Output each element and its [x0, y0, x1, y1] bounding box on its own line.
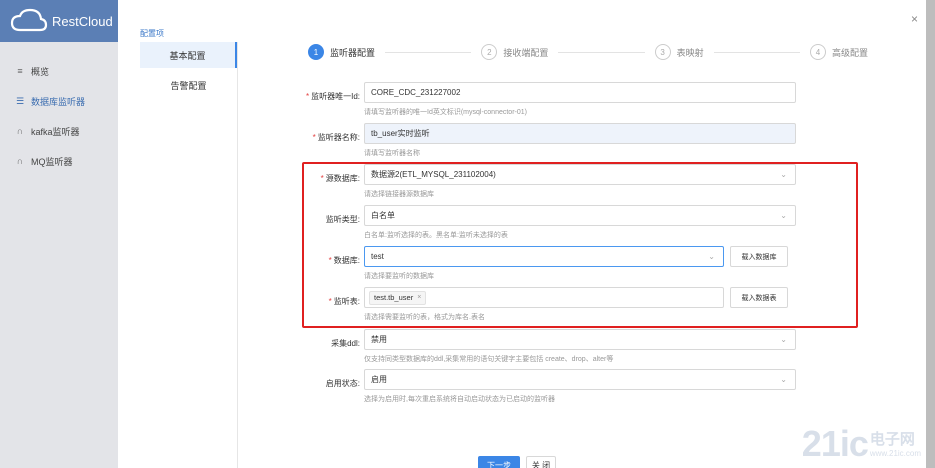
collect-ddl-select[interactable]: 禁用 ⌄ — [364, 329, 796, 350]
nav-item-label: 数据库监听器 — [31, 96, 86, 107]
step-receiver-config[interactable]: 2 接收端配置 — [481, 44, 548, 60]
required-mark: * — [312, 133, 316, 142]
chevron-down-icon: ⌄ — [780, 335, 787, 344]
step-label: 高级配置 — [831, 47, 868, 58]
field-label: 启用状态: — [325, 379, 360, 388]
nav-item-kafka-listener[interactable]: ∩ kafka监听器 — [0, 116, 118, 146]
listener-name-input[interactable]: tb_user实时监听 — [364, 123, 796, 144]
nav-item-label: kafka监听器 — [31, 126, 80, 137]
chevron-down-icon: ⌄ — [780, 375, 787, 384]
config-menu: 基本配置 告警配置 — [140, 42, 238, 468]
required-mark: * — [305, 92, 310, 101]
step-connector — [385, 51, 472, 53]
brand-name: RestCloud — [52, 13, 113, 29]
nav-item-label: 概览 — [31, 66, 50, 77]
step-table-mapping[interactable]: 3 表映射 — [654, 44, 704, 60]
collect-ddl-value: 禁用 — [371, 335, 387, 344]
step-label: 接收端配置 — [503, 47, 549, 58]
next-step-button[interactable]: 下一步 — [478, 456, 520, 468]
enable-status-select[interactable]: 启用 ⌄ — [364, 369, 796, 390]
step-connector — [713, 51, 800, 53]
nav-item-overview[interactable]: ≡ 概览 — [0, 56, 118, 86]
step-listener-config[interactable]: 1 监听器配置 — [308, 44, 375, 60]
watermark-text: 电子网 www.21ic.com — [870, 428, 921, 458]
step-number: 2 — [481, 44, 498, 60]
watermark-cn: 电子网 — [869, 431, 915, 448]
close-icon[interactable]: × — [911, 12, 918, 26]
nav-item-database-listener[interactable]: ☰ 数据库监听器 — [0, 86, 118, 116]
menu-item-alert-config[interactable]: 告警配置 — [140, 72, 237, 98]
step-connector — [558, 51, 645, 53]
listener-id-input[interactable]: CORE_CDC_231227002 — [364, 82, 796, 103]
headset-icon: ∩ — [16, 126, 24, 136]
highlight-annotation-box — [302, 162, 858, 328]
step-number: 4 — [809, 44, 826, 60]
close-button[interactable]: 关 闭 — [526, 456, 556, 468]
menu-item-basic-config[interactable]: 基本配置 — [140, 42, 237, 68]
app-logo[interactable]: RestCloud — [0, 0, 118, 42]
field-label: * 监听器名称: — [312, 133, 360, 142]
modal-footer: 下一步 关 闭 — [478, 456, 556, 468]
field-hint: 选择为启用时,每次重启系统将自动启动状态为已启动的监听器 — [364, 396, 555, 403]
enable-status-value: 启用 — [371, 375, 387, 384]
step-advanced-config[interactable]: 4 高级配置 — [809, 44, 868, 60]
step-number: 1 — [308, 44, 324, 60]
watermark-logo: 21ic — [801, 423, 869, 464]
field-label: 采集ddl: — [331, 339, 360, 348]
wizard-steps: 1 监听器配置 2 接收端配置 3 表映射 4 高级配置 — [308, 42, 868, 62]
field-hint: 仅支持同类型数据库的ddl,采集常用的语句关键字主要包括 create、drop… — [364, 356, 614, 363]
chart-icon: ≡ — [17, 66, 23, 76]
database-icon: ☰ — [15, 95, 25, 106]
app-sidebar: RestCloud ≡ 概览 ☰ 数据库监听器 ∩ kafka监听器 ∩ MQ监… — [0, 0, 118, 468]
watermark-url: www.21ic.com — [869, 449, 921, 458]
step-number: 3 — [654, 44, 671, 60]
step-label: 监听器配置 — [330, 47, 376, 58]
field-hint: 请填写监听器的唯一Id英文标识(mysql-connector-01) — [364, 109, 527, 116]
watermark: 21ic 电子网 www.21ic.com — [802, 426, 921, 462]
field-hint: 请填写监听器名称 — [364, 150, 420, 157]
field-label: * 监听器唯一Id: — [305, 92, 360, 101]
step-label: 表映射 — [676, 47, 704, 58]
cloud-logo-icon — [10, 8, 48, 32]
modal-backdrop — [926, 0, 935, 468]
config-section-title: 配置项 — [140, 29, 164, 38]
headset-icon: ∩ — [16, 156, 24, 166]
nav-item-mq-listener[interactable]: ∩ MQ监听器 — [0, 146, 118, 176]
nav-item-label: MQ监听器 — [31, 156, 73, 167]
